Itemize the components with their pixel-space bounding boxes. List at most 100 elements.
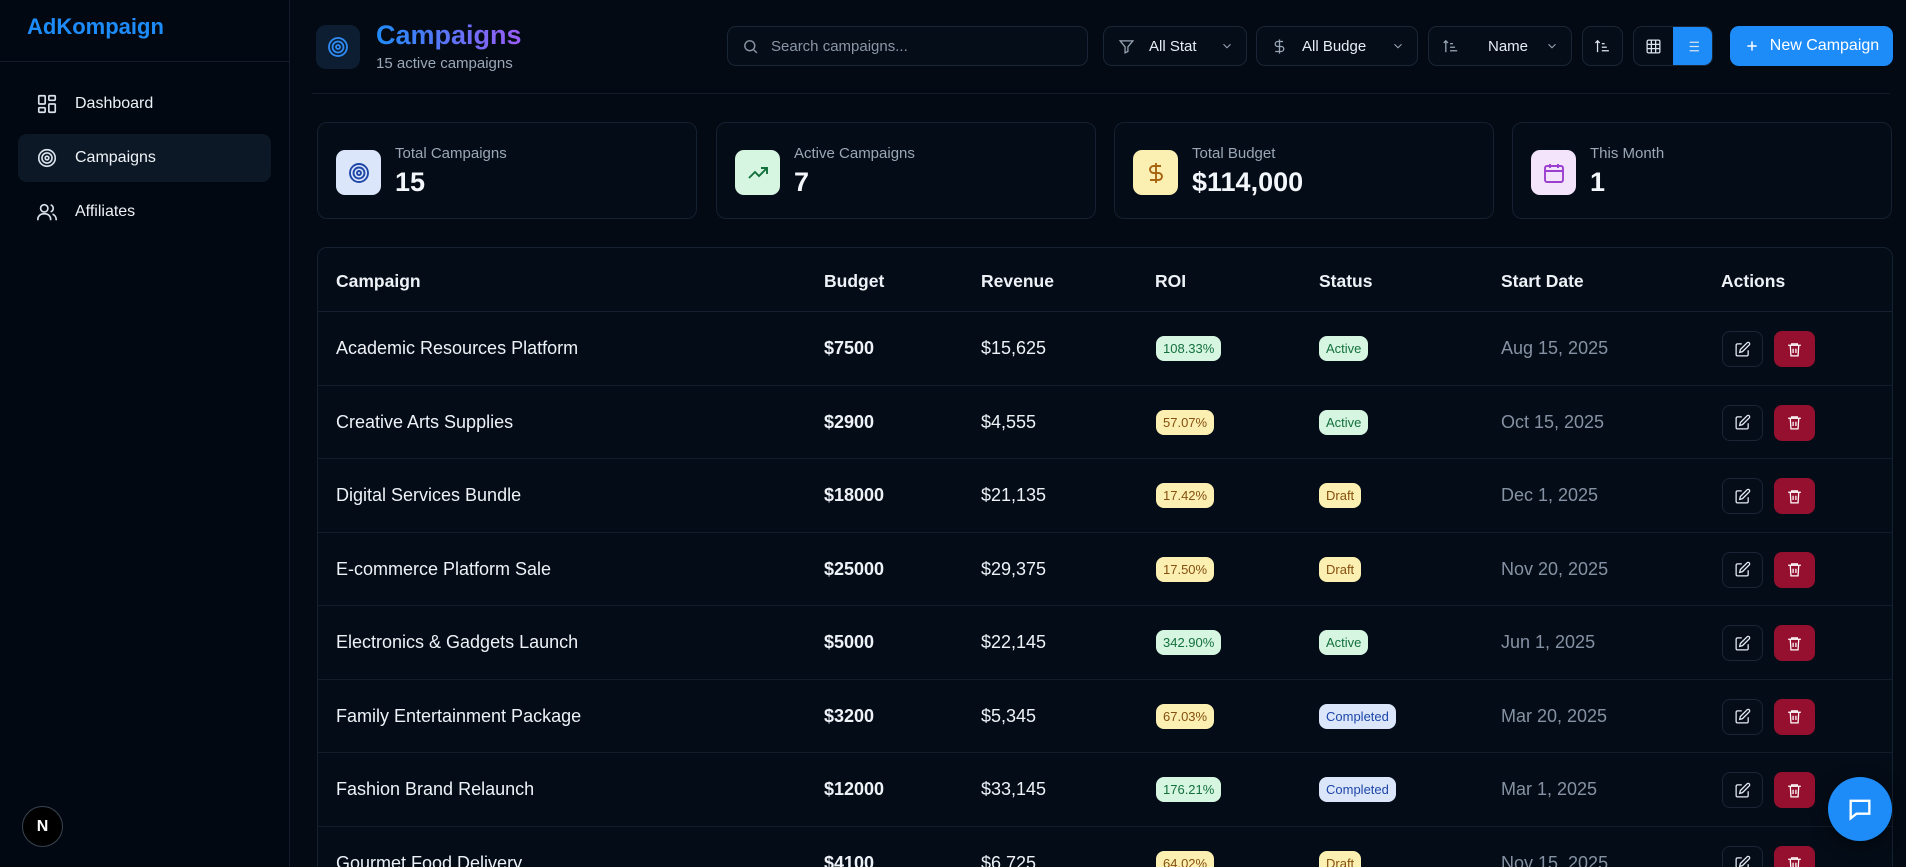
revenue-value: $29,375 bbox=[981, 558, 1047, 579]
chat-button[interactable] bbox=[1828, 777, 1892, 841]
table-row[interactable]: Digital Services Bundle $18000 $21,135 17.4… bbox=[318, 459, 1892, 533]
start-date: Jun 1, 2025 bbox=[1501, 632, 1596, 652]
trending-up-icon bbox=[735, 150, 780, 195]
edit-button[interactable] bbox=[1722, 698, 1763, 735]
table-header: Campaign Budget Revenue ROI Status Start… bbox=[318, 248, 1892, 312]
campaign-name[interactable]: Family Entertainment Package bbox=[336, 706, 581, 727]
edit-button[interactable] bbox=[1722, 625, 1763, 661]
grid-view-button[interactable] bbox=[1634, 27, 1673, 65]
trash-icon bbox=[1786, 561, 1803, 578]
target-icon bbox=[316, 25, 360, 69]
column-header-revenue[interactable]: Revenue bbox=[981, 271, 1054, 292]
table-row[interactable]: Fashion Brand Relaunch $12000 $33,145 176.2… bbox=[318, 753, 1892, 827]
status-filter-select[interactable]: All Stat bbox=[1103, 26, 1247, 66]
edit-button[interactable] bbox=[1722, 845, 1763, 867]
budget-value: $18000 bbox=[824, 485, 885, 505]
new-campaign-button[interactable]: New Campaign bbox=[1730, 26, 1893, 66]
status-badge: Active bbox=[1319, 630, 1369, 655]
campaign-name[interactable]: Creative Arts Supplies bbox=[336, 412, 513, 433]
campaign-name[interactable]: Digital Services Bundle bbox=[336, 485, 521, 506]
sort-direction-button[interactable] bbox=[1582, 26, 1623, 66]
delete-button[interactable] bbox=[1774, 331, 1815, 367]
status-badge: Completed bbox=[1319, 703, 1396, 729]
budget-value: $25000 bbox=[824, 558, 885, 579]
target-icon bbox=[336, 150, 381, 195]
column-header-status[interactable]: Status bbox=[1319, 271, 1372, 292]
edit-button[interactable] bbox=[1722, 404, 1763, 441]
stat-label: Total Budget bbox=[1192, 145, 1276, 162]
roi-badge: 17.50% bbox=[1156, 556, 1215, 582]
chat-icon bbox=[1849, 799, 1871, 821]
budget-filter-value: All Budge bbox=[1302, 37, 1367, 55]
roi-badge: 57.07% bbox=[1156, 409, 1215, 435]
header-divider bbox=[312, 93, 1890, 94]
plus-icon bbox=[1747, 41, 1757, 51]
campaign-name[interactable]: Academic Resources Platform bbox=[336, 338, 578, 359]
edit-button[interactable] bbox=[1722, 478, 1763, 514]
edit-button[interactable] bbox=[1722, 551, 1763, 588]
trash-icon bbox=[1786, 414, 1803, 431]
column-header-budget[interactable]: Budget bbox=[824, 271, 884, 292]
calendar-icon bbox=[1531, 150, 1576, 195]
dollar-icon bbox=[1274, 38, 1285, 54]
table-row[interactable]: Gourmet Food Delivery $4100 $6,725 64.02% Dr… bbox=[318, 827, 1892, 867]
dollar-icon bbox=[1133, 150, 1178, 195]
column-header-start-date[interactable]: Start Date bbox=[1501, 271, 1584, 292]
sidebar-item-affiliates[interactable]: Affiliates bbox=[18, 188, 271, 236]
delete-button[interactable] bbox=[1774, 772, 1815, 808]
stat-card-total-campaigns: Total Campaigns 15 bbox=[317, 122, 697, 219]
page-header: Campaigns 15 active campaigns All Stat A… bbox=[290, 0, 1906, 94]
campaign-name[interactable]: Gourmet Food Delivery bbox=[336, 853, 522, 867]
campaign-name[interactable]: Fashion Brand Relaunch bbox=[336, 779, 534, 800]
column-header-campaign[interactable]: Campaign bbox=[336, 271, 421, 292]
page-title: Campaigns bbox=[376, 20, 522, 50]
list-view-button[interactable] bbox=[1673, 27, 1712, 65]
edit-button[interactable] bbox=[1722, 772, 1763, 808]
status-filter-value: All Stat bbox=[1149, 37, 1197, 55]
delete-button[interactable] bbox=[1774, 478, 1815, 514]
sort-icon bbox=[1443, 39, 1458, 52]
delete-button[interactable] bbox=[1774, 845, 1815, 867]
roi-badge: 67.03% bbox=[1156, 703, 1215, 729]
new-campaign-label: New Campaign bbox=[1769, 37, 1880, 54]
sort-select[interactable]: Name bbox=[1428, 26, 1572, 66]
trash-icon bbox=[1786, 635, 1803, 652]
budget-filter-select[interactable]: All Budge bbox=[1256, 26, 1418, 66]
roi-badge: 176.21% bbox=[1156, 777, 1222, 802]
search-input[interactable] bbox=[771, 37, 1071, 55]
stat-value: 15 bbox=[395, 167, 426, 197]
brand-logo[interactable]: AdKompaign bbox=[0, 0, 289, 62]
target-icon bbox=[36, 147, 58, 169]
table-row[interactable]: Academic Resources Platform $7500 $15,625 1… bbox=[318, 312, 1892, 386]
status-badge: Active bbox=[1319, 336, 1369, 361]
edit-icon bbox=[1734, 488, 1751, 505]
start-date: Aug 15, 2025 bbox=[1501, 338, 1609, 358]
budget-value: $3200 bbox=[824, 705, 875, 726]
column-header-roi[interactable]: ROI bbox=[1155, 271, 1186, 292]
edit-button[interactable] bbox=[1722, 331, 1763, 367]
chevron-down-icon bbox=[1548, 43, 1556, 49]
table-row[interactable]: E-commerce Platform Sale $25000 $29,375 17.… bbox=[318, 533, 1892, 606]
stat-label: Active Campaigns bbox=[794, 145, 915, 162]
delete-button[interactable] bbox=[1774, 404, 1815, 441]
dev-tools-badge[interactable]: N bbox=[22, 806, 63, 847]
campaign-name[interactable]: E-commerce Platform Sale bbox=[336, 559, 551, 580]
search-box[interactable] bbox=[727, 26, 1088, 66]
roi-badge: 342.90% bbox=[1156, 630, 1222, 655]
start-date: Mar 20, 2025 bbox=[1501, 705, 1608, 726]
table-row[interactable]: Electronics & Gadgets Launch $5000 $22,145… bbox=[318, 606, 1892, 680]
delete-button[interactable] bbox=[1774, 625, 1815, 661]
sidebar-item-campaigns[interactable]: Campaigns bbox=[18, 134, 271, 182]
campaign-name[interactable]: Electronics & Gadgets Launch bbox=[336, 632, 578, 653]
start-date: Mar 1, 2025 bbox=[1501, 779, 1598, 799]
roi-badge: 64.02% bbox=[1156, 850, 1215, 867]
sidebar-item-dashboard[interactable]: Dashboard bbox=[18, 80, 271, 128]
stat-card-active-campaigns: Active Campaigns 7 bbox=[716, 122, 1096, 219]
table-row[interactable]: Family Entertainment Package $3200 $5,345 6… bbox=[318, 680, 1892, 753]
budget-value: $7500 bbox=[824, 338, 875, 358]
delete-button[interactable] bbox=[1774, 698, 1815, 735]
edit-icon bbox=[1734, 782, 1751, 799]
delete-button[interactable] bbox=[1774, 551, 1815, 588]
table-row[interactable]: Creative Arts Supplies $2900 $4,555 57.07% A… bbox=[318, 386, 1892, 459]
sort-ascending-icon bbox=[1594, 39, 1609, 52]
